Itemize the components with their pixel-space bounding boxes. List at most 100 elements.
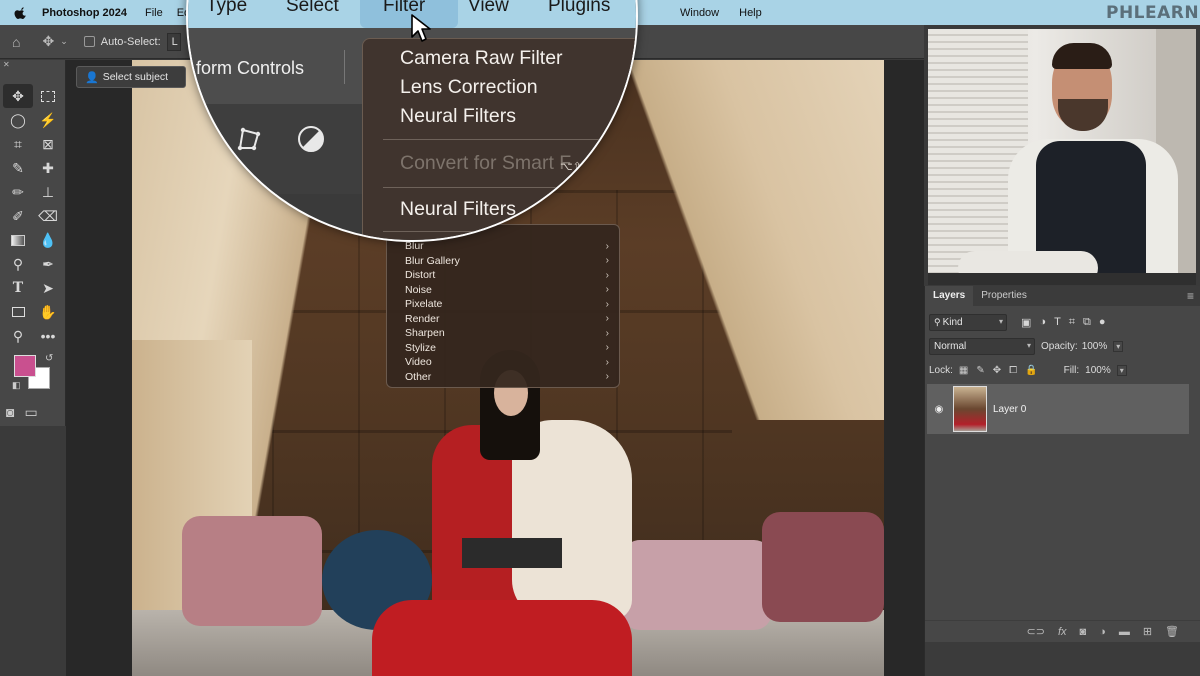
- chevron-down-icon[interactable]: ⌄: [60, 36, 68, 47]
- home-icon[interactable]: ⌂: [12, 34, 20, 50]
- type-tool-icon[interactable]: T: [3, 276, 33, 300]
- menu-help[interactable]: Help: [739, 7, 762, 19]
- add-mask-icon[interactable]: ◙: [1080, 626, 1087, 638]
- history-brush-icon[interactable]: ✐: [3, 204, 33, 228]
- transform-warp-icon[interactable]: [234, 124, 264, 154]
- select-subject-label: Select subject: [102, 71, 169, 83]
- clone-stamp-icon[interactable]: ⊥: [33, 180, 63, 204]
- person-icon: 👤: [85, 71, 99, 84]
- divider: [344, 50, 345, 84]
- menu-window[interactable]: Window: [680, 7, 719, 19]
- lock-all-icon[interactable]: 🔒: [1025, 365, 1037, 376]
- photo-pillow: [762, 512, 884, 622]
- menu-item-neural-filters[interactable]: Neural Filters: [400, 105, 516, 128]
- tab-properties[interactable]: Properties: [973, 286, 1035, 306]
- layer-name[interactable]: Layer 0: [993, 404, 1026, 415]
- transform-controls-label[interactable]: form Controls: [196, 58, 304, 79]
- swap-colors-icon[interactable]: ↺: [45, 353, 53, 364]
- chevron-right-icon: ›: [605, 240, 609, 252]
- default-colors-icon[interactable]: ◧: [12, 380, 21, 391]
- adjustment-layer-icon[interactable]: ◑: [1099, 626, 1106, 638]
- tab-layers[interactable]: Layers: [925, 286, 974, 306]
- menu-plugins[interactable]: Plugins: [548, 0, 610, 17]
- more-tools-icon[interactable]: •••: [33, 324, 63, 348]
- zoom-tool-icon[interactable]: ⚲: [3, 324, 33, 348]
- filter-kind-select[interactable]: ⚲ Kind ▾: [929, 313, 1007, 331]
- path-selection-icon[interactable]: ➤: [33, 276, 63, 300]
- menu-type[interactable]: Type: [206, 0, 247, 17]
- menu-file[interactable]: File: [145, 7, 163, 19]
- adjustment-icon[interactable]: [296, 124, 326, 154]
- menu-item-lens-correction[interactable]: Lens Correction: [400, 76, 538, 99]
- menu-item-neural-filters-2[interactable]: Neural Filters: [400, 198, 516, 221]
- filter-toggle-icon[interactable]: ●: [1099, 316, 1106, 329]
- move-tool-icon[interactable]: ✥: [3, 84, 33, 108]
- auto-select-dropdown[interactable]: L: [166, 32, 181, 51]
- menu-item-pixelate[interactable]: Pixelate ›: [405, 297, 609, 312]
- shape-layer-filter-icon[interactable]: ⌗: [1069, 316, 1075, 329]
- layer-row[interactable]: ◉ Layer 0: [927, 384, 1189, 434]
- menu-item-video[interactable]: Video ›: [405, 355, 609, 370]
- delete-layer-icon[interactable]: 🗑: [1165, 625, 1179, 638]
- menu-item-blur-gallery[interactable]: Blur Gallery ›: [405, 254, 609, 269]
- menu-view[interactable]: View: [468, 0, 509, 17]
- hand-tool-icon[interactable]: ✋: [33, 300, 63, 324]
- menu-item-camera-raw-filter[interactable]: Camera Raw Filter: [400, 47, 563, 70]
- eraser-icon[interactable]: ⌫: [33, 204, 63, 228]
- marquee-tool-icon[interactable]: [33, 84, 63, 108]
- panel-menu-icon[interactable]: ≡: [1187, 289, 1194, 303]
- photo-pillow: [182, 516, 322, 626]
- apple-icon[interactable]: [14, 6, 28, 20]
- move-tool-icon[interactable]: ✥: [42, 33, 54, 50]
- fx-icon[interactable]: fx: [1058, 626, 1067, 638]
- new-group-icon[interactable]: ▬: [1119, 626, 1130, 638]
- lock-image-icon[interactable]: ✎: [976, 365, 984, 376]
- brush-tool-icon[interactable]: ✏: [3, 180, 33, 204]
- select-subject-button[interactable]: 👤 Select subject: [76, 66, 186, 88]
- menu-item-noise[interactable]: Noise ›: [405, 283, 609, 298]
- blur-tool-icon[interactable]: 💧: [33, 228, 63, 252]
- lasso-tool-icon[interactable]: ◯: [3, 108, 33, 132]
- magic-wand-icon[interactable]: ⚡: [33, 108, 63, 132]
- opacity-value[interactable]: 100%: [1082, 341, 1108, 352]
- photo-figure-skirt: [372, 600, 632, 676]
- menu-app-name[interactable]: Photoshop 2024: [42, 7, 127, 19]
- pen-tool-icon[interactable]: ✒: [33, 252, 63, 276]
- eyedropper-icon[interactable]: ✎: [3, 156, 33, 180]
- new-layer-icon[interactable]: ⊞: [1143, 625, 1152, 638]
- menu-item-label: Sharpen: [405, 327, 445, 340]
- menu-item-label: Render: [405, 312, 440, 325]
- adjustment-layer-filter-icon[interactable]: ◑: [1039, 316, 1046, 329]
- menu-item-other[interactable]: Other ›: [405, 370, 609, 385]
- lock-artboard-icon[interactable]: ⧠: [1009, 365, 1017, 376]
- blend-mode-select[interactable]: Normal ▾: [929, 337, 1035, 355]
- auto-select-checkbox[interactable]: [83, 36, 95, 47]
- link-layers-icon[interactable]: ⊂⊃: [1027, 625, 1045, 638]
- menu-item-sharpen[interactable]: Sharpen ›: [405, 326, 609, 341]
- foreground-color-swatch[interactable]: [14, 355, 36, 377]
- menu-item-distort[interactable]: Distort ›: [405, 268, 609, 283]
- lock-position-icon[interactable]: ✥: [993, 365, 1001, 376]
- opacity-slider-toggle[interactable]: ▾: [1113, 340, 1124, 352]
- panel-collapse-icon[interactable]: ✕: [0, 60, 65, 70]
- type-layer-filter-icon[interactable]: T: [1054, 316, 1061, 329]
- shortcut-text: ⌥⌘V: [571, 205, 603, 217]
- menu-item-stylize[interactable]: Stylize ›: [405, 341, 609, 356]
- gradient-tool-icon[interactable]: [3, 228, 33, 252]
- fill-value[interactable]: 100%: [1085, 365, 1111, 376]
- menu-item-render[interactable]: Render ›: [405, 312, 609, 327]
- menu-item-blur[interactable]: Blur ›: [405, 239, 609, 254]
- crop-tool-icon[interactable]: ⌗: [3, 132, 33, 156]
- eye-icon[interactable]: ◉: [929, 404, 949, 415]
- quick-mask-icon[interactable]: ◙: [6, 404, 14, 421]
- healing-brush-icon[interactable]: ✚: [33, 156, 63, 180]
- rectangle-tool-icon[interactable]: [3, 300, 33, 324]
- dodge-tool-icon[interactable]: ⚲: [3, 252, 33, 276]
- smart-object-filter-icon[interactable]: ⧉: [1083, 316, 1091, 329]
- frame-tool-icon[interactable]: ⊠: [33, 132, 63, 156]
- menu-select[interactable]: Select: [286, 0, 339, 17]
- lock-transparent-icon[interactable]: ▦: [959, 365, 968, 376]
- screen-mode-icon[interactable]: ▭: [24, 404, 37, 421]
- pixel-layer-filter-icon[interactable]: ▣: [1021, 316, 1031, 329]
- fill-slider-toggle[interactable]: ▾: [1116, 364, 1127, 376]
